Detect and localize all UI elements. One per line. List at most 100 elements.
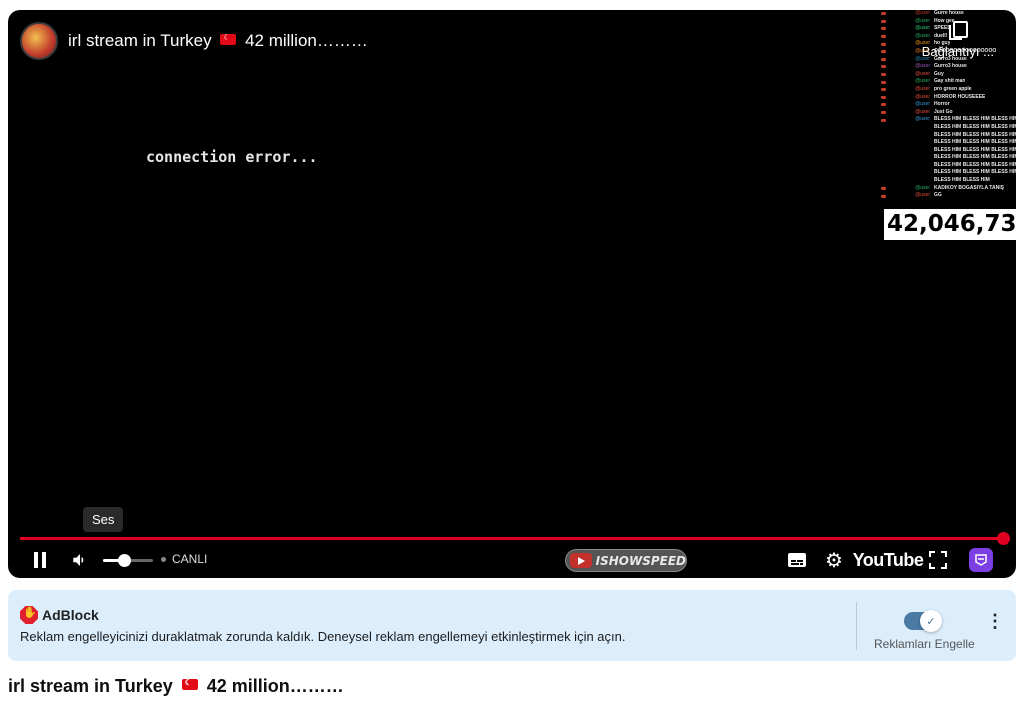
fullscreen-icon[interactable] xyxy=(928,547,948,573)
player-controls: CANLI ISHOWSPEED ⚙ YouTube xyxy=(8,545,1016,575)
chat-message: @user pro green apple xyxy=(881,86,1016,94)
chat-username: @user xyxy=(915,93,930,100)
chat-message-text: BLESS HIM BLESS HIM BLESS HIM xyxy=(934,116,1016,123)
chat-badge-icon xyxy=(881,27,886,31)
chat-badge-icon xyxy=(881,103,886,107)
chat-message-text: Horror xyxy=(934,101,950,108)
chat-badge-icon xyxy=(881,88,886,92)
live-indicator[interactable]: CANLI xyxy=(161,552,207,566)
chat-badge-icon xyxy=(881,194,886,198)
chat-username: @user xyxy=(915,63,930,70)
chat-message: BLESS HIM BLESS HIM BLESS HIM xyxy=(881,124,1016,132)
pause-icon[interactable] xyxy=(30,547,50,573)
chat-badge-icon xyxy=(881,35,886,39)
chat-username: @user xyxy=(915,78,930,85)
copy-icon xyxy=(948,20,968,40)
channel-avatar[interactable] xyxy=(20,22,58,60)
checkmark-icon: ✓ xyxy=(920,610,942,632)
progress-thumb[interactable] xyxy=(997,532,1010,545)
chat-message-text: BLESS HIM BLESS HIM BLESS HIM xyxy=(934,146,1016,153)
chat-message: @user Gurro3 house xyxy=(881,63,1016,71)
video-title-text: irl stream in Turkey xyxy=(8,676,173,696)
channel-watermark-text: ISHOWSPEED xyxy=(595,553,686,568)
chat-username: @user xyxy=(915,184,930,191)
channel-watermark[interactable]: ISHOWSPEED xyxy=(565,549,687,572)
chat-username: @user xyxy=(915,101,930,108)
chat-message-text: Gay shit man xyxy=(934,78,966,85)
chat-message: BLESS HIM BLESS HIM BLESS HIM xyxy=(881,169,1016,177)
block-ads-label: Reklamları Engelle xyxy=(874,637,975,651)
chat-message-text: Gurro3 house xyxy=(934,63,967,70)
chat-message-text: HORROR HOUSEEEE xyxy=(934,93,986,100)
chat-message-text: BLESS HIM BLESS HIM BLESS HIM xyxy=(934,161,1016,168)
chat-message: @user Just Go xyxy=(881,109,1016,117)
chat-message: @user Gurre house xyxy=(881,10,1016,18)
extension-icon[interactable] xyxy=(969,548,993,572)
subtitles-icon[interactable] xyxy=(786,547,808,573)
player-title-text: irl stream in Turkey xyxy=(68,31,212,50)
chat-message: @user BLESS HIM BLESS HIM BLESS HIM xyxy=(881,116,1016,124)
progress-bar[interactable] xyxy=(20,532,1010,545)
chat-username: @user xyxy=(915,10,930,16)
chat-message: BLESS HIM BLESS HIM BLESS HIM xyxy=(881,139,1016,147)
chat-message: @user Gay shit man xyxy=(881,78,1016,86)
adblock-divider xyxy=(856,602,857,650)
chat-badge-icon xyxy=(881,42,886,46)
chat-message-text: BLESS HIM BLESS HIM BLESS HIM xyxy=(934,139,1016,146)
chat-message-text: BLESS HIM BLESS HIM BLESS HIM xyxy=(934,123,1016,130)
connection-error-text: connection error... xyxy=(146,148,318,166)
chat-message-text: KADIKÖY BOĞASIYLA TANIŞ xyxy=(934,184,1004,191)
chat-message: @user KADIKÖY BOĞASIYLA TANIŞ xyxy=(881,185,1016,193)
turkey-flag-icon xyxy=(220,33,237,45)
chat-message-text: GG xyxy=(934,192,942,199)
volume-slider[interactable] xyxy=(103,554,153,567)
chat-message: BLESS HIM BLESS HIM BLESS HIM xyxy=(881,132,1016,140)
turkey-flag-icon xyxy=(181,678,198,690)
player-title-suffix: 42 million……… xyxy=(245,31,368,50)
video-title-suffix: 42 million……… xyxy=(206,676,344,696)
chat-username: @user xyxy=(915,116,930,123)
chat-badge-icon xyxy=(881,12,886,16)
chat-message-text: BLESS HIM BLESS HIM BLESS HIM xyxy=(934,169,1016,176)
volume-slider-knob[interactable] xyxy=(118,554,131,567)
settings-gear-icon[interactable]: ⚙ xyxy=(823,547,845,573)
subscriber-counter: 42,046,73 xyxy=(884,209,1016,240)
chat-message: BLESS HIM BLESS HIM BLESS HIM xyxy=(881,162,1016,170)
chat-message-text: BLESS HIM BLESS HIM BLESS HIM xyxy=(934,154,1016,161)
chat-badge-icon xyxy=(881,73,886,77)
chat-badge-icon xyxy=(881,50,886,54)
volume-icon[interactable] xyxy=(70,547,90,573)
chat-badge-icon xyxy=(881,57,886,61)
chat-message: BLESS HIM BLESS HIM BLESS HIM xyxy=(881,154,1016,162)
adblock-message: Reklam engelleyicinizi duraklatmak zorun… xyxy=(20,629,626,644)
chat-message: BLESS HIM BLESS HIM xyxy=(881,177,1016,185)
chat-badge-icon xyxy=(881,19,886,23)
chat-message-text: Gurre house xyxy=(934,10,964,16)
chat-badge-icon xyxy=(881,186,886,190)
chat-message-text: BLESS HIM BLESS HIM xyxy=(934,177,990,184)
chat-message: BLESS HIM BLESS HIM BLESS HIM xyxy=(881,147,1016,155)
chat-username: @user xyxy=(915,192,930,199)
adblock-logo: AdBlock xyxy=(20,606,99,624)
chat-message: @user HORROR HOUSEEEE xyxy=(881,94,1016,102)
copy-link-button[interactable]: Bağlantıyı ... xyxy=(922,20,994,59)
adblock-hand-icon xyxy=(20,606,38,624)
block-ads-toggle[interactable]: ✓ xyxy=(904,610,942,632)
more-options-icon[interactable]: ⋮ xyxy=(986,612,1004,630)
video-player[interactable]: irl stream in Turkey 42 million……… conne… xyxy=(8,10,1016,578)
chat-message-text: Just Go xyxy=(934,108,953,115)
youtube-play-icon xyxy=(570,553,592,568)
video-title: irl stream in Turkey 42 million……… xyxy=(8,676,344,697)
youtube-logo[interactable]: YouTube xyxy=(853,547,924,573)
chat-message-text: BLESS HIM BLESS HIM BLESS HIM xyxy=(934,131,1016,138)
chat-badge-icon xyxy=(881,118,886,122)
adblock-banner: AdBlock Reklam engelleyicinizi duraklatm… xyxy=(8,590,1016,661)
copy-link-label: Bağlantıyı ... xyxy=(921,44,994,59)
chat-message-text: pro green apple xyxy=(934,85,972,92)
adblock-brand: AdBlock xyxy=(42,607,99,623)
chat-message-text: Guy xyxy=(934,70,944,77)
chat-badge-icon xyxy=(881,95,886,99)
player-title[interactable]: irl stream in Turkey 42 million……… xyxy=(68,31,368,51)
chat-message: @user GG xyxy=(881,192,1016,200)
live-dot-icon xyxy=(161,556,166,562)
